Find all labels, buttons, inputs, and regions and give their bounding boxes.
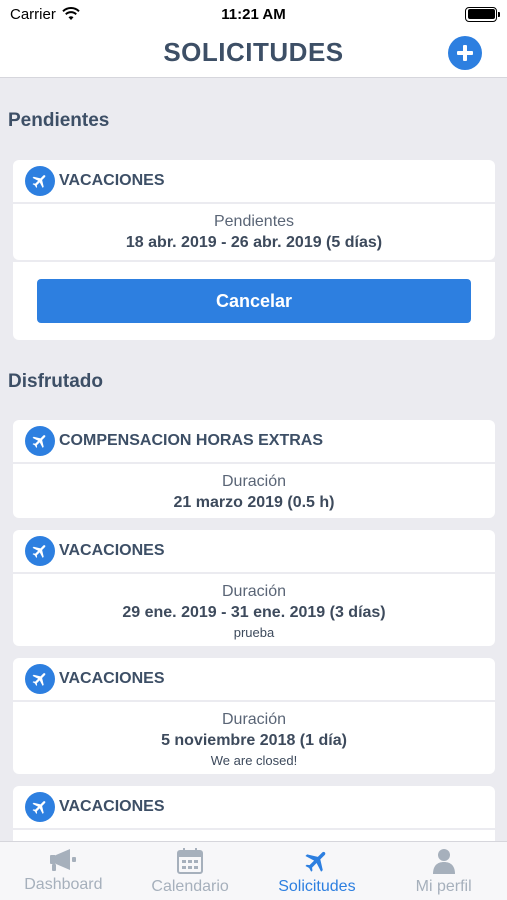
requests-list[interactable]: Pendientes VACACIONES Pendientes 18 abr.… xyxy=(0,79,507,841)
person-icon xyxy=(432,849,455,874)
card-header: VACACIONES xyxy=(13,160,495,202)
card-header: COMPENSACION HORAS EXTRAS xyxy=(13,420,495,462)
carrier-label: Carrier xyxy=(10,5,56,23)
request-duration-label: Duración xyxy=(221,473,287,490)
megaphone-icon xyxy=(50,849,77,871)
request-card: VACACIONES xyxy=(13,786,495,841)
request-dates: 29 ene. 2019 - 31 ene. 2019 (3 días) xyxy=(122,604,386,621)
tab-label: Mi perfil xyxy=(415,878,472,895)
request-type: VACACIONES xyxy=(59,172,165,189)
airplane-icon xyxy=(25,426,55,456)
tab-label: Solicitudes xyxy=(278,878,356,895)
card-body: Duración 29 ene. 2019 - 31 ene. 2019 (3 … xyxy=(13,574,495,646)
wifi-icon xyxy=(62,7,80,20)
card-header: VACACIONES xyxy=(13,658,495,700)
request-type: COMPENSACION HORAS EXTRAS xyxy=(59,432,324,449)
tab-calendario[interactable]: Calendario xyxy=(127,842,254,900)
request-duration-label: Duración xyxy=(221,711,287,728)
add-request-button[interactable] xyxy=(448,36,482,70)
tab-dashboard[interactable]: Dashboard xyxy=(0,842,127,900)
card-header: VACACIONES xyxy=(13,786,495,828)
request-dates: 18 abr. 2019 - 26 abr. 2019 (5 días) xyxy=(125,234,383,251)
tab-label: Dashboard xyxy=(24,876,103,893)
request-type: VACACIONES xyxy=(59,542,165,559)
page-title: SOLICITUDES xyxy=(163,37,344,67)
card-body: Duración 5 noviembre 2018 (1 día) We are… xyxy=(13,702,495,774)
airplane-icon xyxy=(25,536,55,566)
status-bar: Carrier 11:21 AM xyxy=(0,0,507,28)
cancel-button[interactable]: Cancelar xyxy=(37,279,471,323)
tab-solicitudes[interactable]: Solicitudes xyxy=(254,842,381,900)
navigation-bar: SOLICITUDES xyxy=(0,28,507,78)
tab-label: Calendario xyxy=(151,878,229,895)
request-card: VACACIONES Duración 29 ene. 2019 - 31 en… xyxy=(13,530,495,646)
request-type: VACACIONES xyxy=(59,798,165,815)
airplane-icon xyxy=(25,792,55,822)
card-header: VACACIONES xyxy=(13,530,495,572)
airplane-icon xyxy=(25,166,55,196)
request-dates: 21 marzo 2019 (0.5 h) xyxy=(173,494,335,511)
tab-mi-perfil[interactable]: Mi perfil xyxy=(380,842,507,900)
request-status-label: Pendientes xyxy=(213,213,295,230)
calendar-icon xyxy=(177,848,204,874)
request-card: VACACIONES Pendientes 18 abr. 2019 - 26 … xyxy=(13,160,495,340)
request-type: VACACIONES xyxy=(59,670,165,687)
status-left: Carrier xyxy=(10,6,80,23)
request-duration-label: Duración xyxy=(221,583,287,600)
card-body: Duración 21 marzo 2019 (0.5 h) xyxy=(13,464,495,518)
plus-icon xyxy=(457,45,473,61)
request-card: COMPENSACION HORAS EXTRAS Duración 21 ma… xyxy=(13,420,495,518)
battery-icon xyxy=(465,6,500,22)
airplane-icon xyxy=(25,664,55,694)
card-body: Pendientes 18 abr. 2019 - 26 abr. 2019 (… xyxy=(13,204,495,260)
request-note: prueba xyxy=(233,625,275,640)
section-title-enjoyed: Disfrutado xyxy=(8,371,103,392)
tab-bar: Dashboard Calendario Solicitudes Mi perf… xyxy=(0,841,507,900)
request-dates: 5 noviembre 2018 (1 día) xyxy=(161,732,347,749)
request-card: VACACIONES Duración 5 noviembre 2018 (1 … xyxy=(13,658,495,774)
card-body xyxy=(13,830,495,841)
section-title-pending: Pendientes xyxy=(8,110,110,131)
airplane-icon xyxy=(305,851,326,872)
card-actions: Cancelar xyxy=(13,262,495,340)
request-note: We are closed! xyxy=(210,753,298,768)
